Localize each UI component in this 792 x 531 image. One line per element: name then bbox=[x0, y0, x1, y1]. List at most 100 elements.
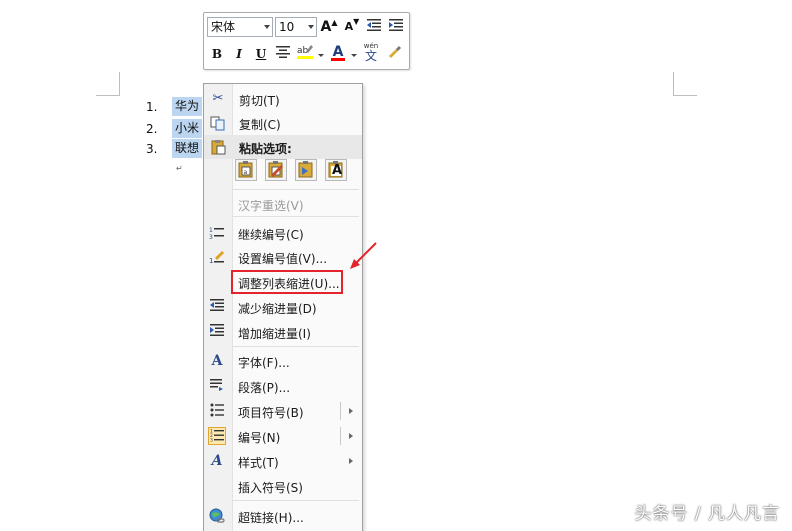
list-item-text[interactable]: 华为↵ bbox=[172, 97, 202, 131]
chevron-right-icon[interactable] bbox=[349, 458, 353, 464]
list-item-label: 华为 bbox=[175, 99, 200, 113]
phonetic-guide-button[interactable]: wén 文 bbox=[361, 41, 381, 63]
keep-text-only-icon[interactable]: A bbox=[325, 159, 347, 181]
list-item-text[interactable]: 联想 ↵ bbox=[172, 139, 202, 173]
decrease-indent-button[interactable] bbox=[364, 17, 384, 37]
menu-item-label: 继续编号(C) bbox=[238, 228, 304, 242]
menu-item-label: 字体(F)... bbox=[238, 356, 290, 370]
menu-item-styles[interactable]: A 样式(T) bbox=[203, 449, 361, 473]
svg-text:1: 1 bbox=[209, 257, 213, 265]
highlighter-icon: ab bbox=[297, 45, 313, 59]
menu-item-hyperlink[interactable]: 超链接(H)... bbox=[203, 504, 361, 528]
bold-button[interactable]: B bbox=[207, 44, 227, 64]
svg-text:a: a bbox=[244, 169, 248, 176]
annotation-highlight-box bbox=[231, 270, 343, 294]
text-only-glyph: A bbox=[332, 163, 343, 178]
chevron-down-icon bbox=[264, 25, 270, 29]
styles-icon: A bbox=[211, 453, 223, 469]
watermark: 头条号 / 凡人凡言 bbox=[634, 504, 780, 524]
font-color-swatch bbox=[331, 58, 345, 61]
list-item-label: 联想 bbox=[175, 141, 200, 155]
underline-button[interactable]: U bbox=[251, 44, 271, 64]
menu-item-insert-symbol[interactable]: 插入符号(S) bbox=[203, 474, 361, 498]
svg-text:1: 1 bbox=[209, 227, 213, 234]
paste-options-label: 粘贴选项: bbox=[239, 142, 292, 156]
menu-item-label: 项目符号(B) bbox=[238, 406, 304, 420]
menu-separator bbox=[233, 346, 359, 347]
mini-toolbar: 宋体 10 A▲ A▼ B I U ab A wén 文 bbox=[203, 12, 410, 70]
continue-numbering-icon: 13 bbox=[209, 225, 225, 241]
paragraph-icon bbox=[209, 378, 225, 394]
decrease-indent-icon bbox=[367, 19, 381, 31]
page-corner-mark-right bbox=[673, 95, 697, 96]
bullets-icon bbox=[209, 403, 225, 419]
clipboard-icon bbox=[210, 139, 226, 158]
chevron-down-icon[interactable] bbox=[351, 54, 357, 57]
menu-item-numbering[interactable]: 123 编号(N) bbox=[203, 424, 361, 448]
menu-item-label: 超链接(H)... bbox=[238, 511, 304, 525]
chevron-down-icon bbox=[308, 25, 314, 29]
annotation-arrow-icon bbox=[350, 242, 377, 269]
list-item-label: 小米 bbox=[175, 121, 200, 135]
grow-font-icon: A bbox=[320, 19, 332, 35]
highlight-color-button[interactable]: ab bbox=[295, 42, 315, 62]
menu-item-label: 设置编号值(V)... bbox=[238, 252, 328, 266]
menu-item-font[interactable]: A 字体(F)... bbox=[203, 349, 361, 373]
font-name-combo[interactable]: 宋体 bbox=[207, 17, 273, 37]
menu-item-label: 段落(P)... bbox=[238, 381, 291, 395]
set-numbering-value-icon: 1 bbox=[209, 249, 225, 265]
page-corner-mark-left bbox=[119, 72, 120, 96]
increase-indent-button[interactable] bbox=[386, 17, 406, 37]
page-corner-mark-left bbox=[96, 95, 120, 96]
shrink-font-button[interactable]: A▼ bbox=[342, 17, 362, 37]
list-number: 1. bbox=[146, 100, 158, 114]
submenu-divider bbox=[340, 402, 341, 420]
chevron-right-icon[interactable] bbox=[349, 408, 353, 414]
menu-item-increase-indent[interactable]: 增加缩进量(I) bbox=[203, 320, 361, 344]
menu-item-label: 编号(N) bbox=[238, 431, 281, 445]
phonetic-char: 文 bbox=[364, 49, 377, 63]
keep-list-icon[interactable] bbox=[295, 159, 317, 181]
menu-item-label: 汉字重选(V) bbox=[238, 199, 304, 213]
chevron-right-icon[interactable] bbox=[349, 433, 353, 439]
menu-item-hanzi-reconvert[interactable]: 汉字重选(V) bbox=[203, 192, 361, 216]
italic-button[interactable]: I bbox=[229, 44, 249, 64]
center-align-button[interactable] bbox=[273, 44, 293, 64]
menu-item-continue-numbering[interactable]: 13 继续编号(C) bbox=[203, 221, 361, 245]
font-icon: A bbox=[211, 353, 223, 369]
numbering-icon: 123 bbox=[208, 427, 226, 445]
menu-separator bbox=[233, 500, 359, 501]
shrink-font-icon: A bbox=[344, 20, 354, 33]
font-color-button[interactable]: A bbox=[328, 42, 348, 62]
format-painter-button[interactable] bbox=[385, 44, 405, 64]
increase-indent-icon bbox=[209, 324, 225, 340]
svg-text:3: 3 bbox=[210, 438, 213, 443]
format-painter-icon bbox=[389, 46, 401, 58]
chevron-down-icon[interactable] bbox=[318, 54, 324, 57]
menu-item-decrease-indent[interactable]: 减少缩进量(D) bbox=[203, 295, 361, 319]
svg-text:3: 3 bbox=[209, 234, 213, 241]
menu-item-copy[interactable]: 复制(C) bbox=[204, 111, 362, 135]
menu-item-bullets[interactable]: 项目符号(B) bbox=[203, 399, 361, 423]
menu-item-label: 插入符号(S) bbox=[238, 481, 303, 495]
submenu-divider bbox=[340, 427, 341, 445]
menu-item-set-numbering-value[interactable]: 1 设置编号值(V)... bbox=[203, 245, 361, 269]
list-item-text[interactable]: 小米↵ bbox=[172, 119, 202, 153]
grow-font-button[interactable]: A▲ bbox=[319, 17, 339, 37]
decrease-indent-icon bbox=[209, 299, 225, 315]
menu-separator bbox=[233, 189, 359, 190]
increase-indent-icon bbox=[389, 19, 403, 31]
menu-item-label: 增加缩进量(I) bbox=[238, 327, 311, 341]
center-align-icon bbox=[276, 46, 290, 58]
scissors-icon: ✂ bbox=[212, 91, 224, 106]
menu-separator bbox=[233, 216, 359, 217]
keep-source-format-icon[interactable]: a bbox=[235, 159, 257, 181]
font-size-combo[interactable]: 10 bbox=[275, 17, 317, 37]
font-size-value: 10 bbox=[279, 20, 295, 34]
copy-icon bbox=[210, 115, 226, 131]
menu-item-paragraph[interactable]: 段落(P)... bbox=[203, 374, 361, 398]
paste-options-header: 粘贴选项: bbox=[204, 135, 362, 159]
merge-format-icon[interactable] bbox=[265, 159, 287, 181]
menu-item-cut[interactable]: ✂ 剪切(T) bbox=[204, 87, 362, 111]
menu-item-label: 样式(T) bbox=[238, 456, 279, 470]
